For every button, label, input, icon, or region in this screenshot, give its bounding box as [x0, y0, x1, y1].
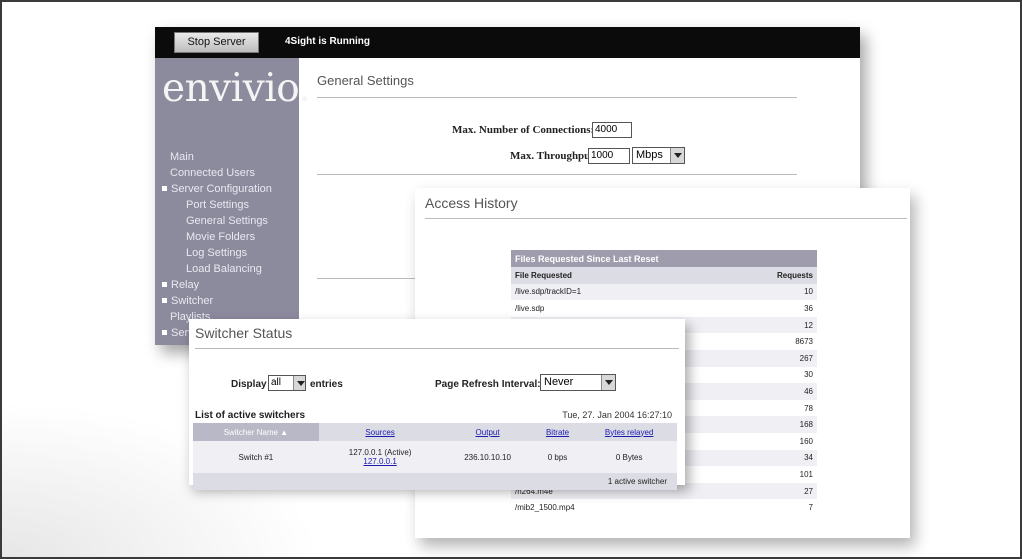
table-row: /mib2_1500.mp4 7: [511, 499, 817, 516]
table-row: /live.sdp/trackID=1 10: [511, 283, 817, 301]
active-count: 1 active switcher: [193, 473, 677, 490]
column-header-requests: Requests: [702, 267, 817, 284]
display-select[interactable]: all: [268, 375, 306, 391]
column-header-file: File Requested: [511, 267, 703, 284]
source-active-text: 127.0.0.1 (Active): [348, 448, 412, 457]
requests-cell: 27: [702, 482, 817, 500]
sidebar-item[interactable]: Log Settings: [161, 245, 272, 261]
max-connections-label: Max. Number of Connections:: [452, 124, 595, 136]
chevron-down-icon[interactable]: [293, 376, 305, 390]
requests-cell: 12: [702, 316, 817, 334]
requests-cell: 10: [702, 283, 817, 301]
switcher-status-window: Switcher Status Display all entries Page…: [189, 319, 685, 490]
chevron-down-icon[interactable]: [601, 375, 615, 390]
table-row: Switch #1 127.0.0.1 (Active) 127.0.0.1 2…: [193, 441, 677, 473]
column-header-bitrate[interactable]: Bitrate: [533, 423, 582, 441]
stop-server-button[interactable]: Stop Server: [174, 32, 259, 53]
bitrate-cell: 0 bps: [533, 441, 582, 473]
bytes-relayed-cell: 0 Bytes: [581, 441, 677, 473]
table-footer: 1 active switcher: [193, 473, 677, 490]
sources-cell: 127.0.0.1 (Active) 127.0.0.1: [318, 441, 442, 473]
output-cell: 236.10.10.10: [441, 441, 534, 473]
requests-cell: 7: [702, 499, 817, 516]
chevron-down-icon[interactable]: [670, 148, 684, 163]
top-bar: Stop Server 4Sight is Running: [155, 27, 860, 58]
display-label: Display: [231, 379, 267, 390]
server-status-text: 4Sight is Running: [285, 36, 370, 47]
requests-cell: 30: [702, 366, 817, 384]
screenshot-frame: Stop Server 4Sight is Running envivio. M…: [0, 0, 1022, 559]
requests-cell: 34: [702, 449, 817, 467]
access-history-title: Access History: [425, 195, 518, 211]
requests-cell: 46: [702, 383, 817, 400]
table-row: /live.sdp 36: [511, 300, 817, 317]
sidebar-item[interactable]: Server Configuration: [161, 181, 272, 197]
entries-label: entries: [310, 379, 343, 390]
max-throughput-input[interactable]: 1000: [588, 148, 630, 164]
sidebar: envivio. Main Connected Users Server Confi…: [155, 58, 311, 345]
divider: [425, 218, 907, 219]
sidebar-item[interactable]: Switcher: [161, 293, 272, 309]
requests-cell: 8673: [702, 333, 817, 350]
table-caption: Files Requested Since Last Reset: [511, 250, 817, 267]
requests-cell: 101: [702, 466, 817, 483]
requests-cell: 168: [702, 416, 817, 433]
divider: [195, 348, 679, 349]
timestamp: Tue, 27. Jan 2004 16:27:10: [562, 410, 672, 420]
sidebar-item[interactable]: Movie Folders: [161, 229, 272, 245]
refresh-interval-value: Never: [544, 376, 574, 388]
sidebar-item[interactable]: Relay: [161, 277, 272, 293]
throughput-unit-select[interactable]: Mbps: [632, 147, 685, 164]
sidebar-item[interactable]: Load Balancing: [161, 261, 272, 277]
divider: [317, 174, 797, 175]
divider: [317, 278, 417, 279]
column-header-bytes-relayed[interactable]: Bytes relayed: [581, 423, 677, 441]
requests-cell: 36: [702, 300, 817, 317]
sidebar-item[interactable]: Connected Users: [161, 165, 272, 181]
file-cell: /mib2_1500.mp4: [511, 499, 703, 516]
throughput-unit-value: Mbps: [636, 149, 663, 161]
active-switchers-title: List of active switchers: [195, 410, 306, 421]
column-header-output[interactable]: Output: [441, 423, 534, 441]
refresh-interval-select[interactable]: Never: [540, 374, 616, 391]
switchers-table: Switcher Name ▲ Sources Output Bitrate B…: [193, 423, 677, 490]
divider: [317, 97, 797, 98]
switcher-name-cell: Switch #1: [193, 441, 319, 473]
requests-cell: 267: [702, 349, 817, 367]
sidebar-nav: Main Connected Users Server Configuration P…: [161, 149, 272, 341]
display-select-value: all: [271, 377, 282, 388]
file-cell: /live.sdp/trackID=1: [511, 283, 703, 301]
switcher-status-title: Switcher Status: [195, 325, 293, 341]
sidebar-item[interactable]: General Settings: [161, 213, 272, 229]
sidebar-item[interactable]: Port Settings: [161, 197, 272, 213]
max-throughput-label: Max. Throughput:: [510, 150, 598, 162]
requests-cell: 160: [702, 432, 817, 450]
envivio-logo: envivio.: [162, 66, 311, 111]
column-header-sources[interactable]: Sources: [318, 423, 442, 441]
requests-cell: 78: [702, 399, 817, 417]
refresh-interval-label: Page Refresh Interval:: [435, 379, 541, 390]
source-link[interactable]: 127.0.0.1: [320, 457, 441, 466]
file-cell: /live.sdp: [511, 300, 703, 317]
sidebar-item[interactable]: Main: [161, 149, 272, 165]
column-header-switcher-name[interactable]: Switcher Name ▲: [193, 423, 319, 441]
page-title: General Settings: [317, 73, 414, 88]
max-connections-input[interactable]: 4000: [592, 122, 632, 138]
